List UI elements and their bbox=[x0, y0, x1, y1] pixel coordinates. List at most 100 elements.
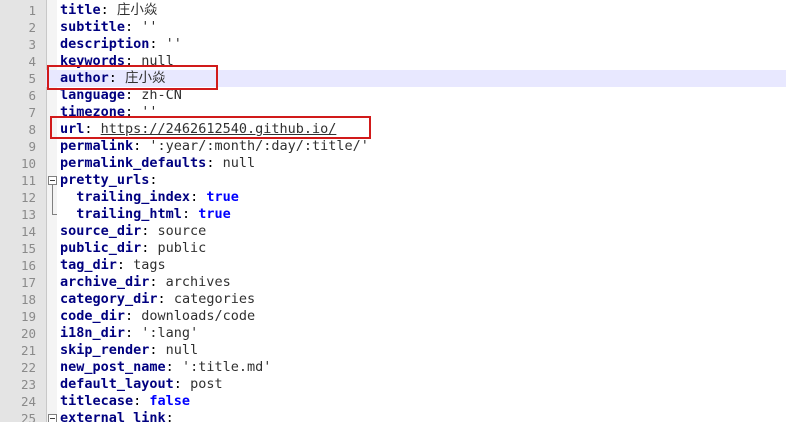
line-number: 22 bbox=[20, 360, 36, 375]
code-text: permalink_defaults: null bbox=[60, 155, 255, 172]
line-number: 24 bbox=[20, 394, 36, 409]
code-line[interactable]: 19 code_dir: downloads/code bbox=[0, 308, 786, 325]
code-text: public_dir: public bbox=[60, 240, 206, 257]
yaml-value: false bbox=[149, 393, 191, 409]
fold-guide-end bbox=[46, 206, 60, 223]
line-number: 10 bbox=[20, 156, 36, 171]
yaml-key: external_link bbox=[60, 410, 166, 422]
code-text: title: 庄小焱 bbox=[60, 2, 157, 19]
code-line[interactable]: 3 description: '' bbox=[0, 36, 786, 53]
code-text: subtitle: '' bbox=[60, 19, 158, 36]
yaml-key: permalink bbox=[60, 138, 134, 154]
code-line[interactable]: 23 default_layout: post bbox=[0, 376, 786, 393]
yaml-key: trailing_html bbox=[76, 206, 182, 222]
key-separator: : bbox=[141, 223, 158, 239]
key-separator: : bbox=[149, 342, 166, 358]
yaml-value: downloads/code bbox=[141, 308, 256, 324]
line-number: 8 bbox=[28, 122, 36, 137]
code-line[interactable]: 17 archive_dir: archives bbox=[0, 274, 786, 291]
line-number: 25 bbox=[20, 411, 36, 422]
yaml-value: null bbox=[222, 155, 256, 171]
code-text: code_dir: downloads/code bbox=[60, 308, 255, 325]
yaml-key: permalink_defaults bbox=[60, 155, 207, 171]
url-highlight-box bbox=[50, 116, 371, 139]
code-editor[interactable]: 1 title: 庄小焱 2 subtitle: '' 3 description: ''… bbox=[0, 0, 786, 422]
yaml-value: null bbox=[165, 342, 199, 358]
line-number: 17 bbox=[20, 275, 36, 290]
code-line[interactable]: 21 skip_render: null bbox=[0, 342, 786, 359]
yaml-key: code_dir bbox=[60, 308, 126, 324]
line-number: 21 bbox=[20, 343, 36, 358]
yaml-key: skip_render bbox=[60, 342, 150, 358]
code-text: description: '' bbox=[60, 36, 182, 53]
line-number: 5 bbox=[0, 70, 46, 87]
code-text: default_layout: post bbox=[60, 376, 223, 393]
code-text: pretty_urls: bbox=[60, 172, 158, 189]
author-highlight-box bbox=[47, 65, 218, 90]
yaml-value: post bbox=[190, 376, 223, 392]
key-separator: : bbox=[190, 189, 207, 205]
key-separator: : bbox=[125, 308, 142, 324]
key-separator: : bbox=[165, 410, 174, 422]
yaml-value: '' bbox=[165, 36, 182, 52]
line-number: 12 bbox=[20, 190, 36, 205]
key-separator: : bbox=[133, 138, 150, 154]
code-line[interactable]: 15 public_dir: public bbox=[0, 240, 786, 257]
code-line[interactable]: 22 new_post_name: ':title.md' bbox=[0, 359, 786, 376]
yaml-key: public_dir bbox=[60, 240, 142, 256]
yaml-key: i18n_dir bbox=[60, 325, 126, 341]
yaml-value: public bbox=[157, 240, 207, 256]
yaml-key: title bbox=[60, 2, 101, 18]
code-line[interactable]: 9 permalink: ':year/:month/:day/:title/' bbox=[0, 138, 786, 155]
line-number: 13 bbox=[20, 207, 36, 222]
code-line[interactable]: 25 external_link: bbox=[0, 410, 786, 422]
fold-toggle-icon[interactable] bbox=[46, 172, 60, 189]
code-text: permalink: ':year/:month/:day/:title/' bbox=[60, 138, 369, 155]
line-number: 9 bbox=[28, 139, 36, 154]
code-line[interactable]: 1 title: 庄小焱 bbox=[0, 2, 786, 19]
code-line[interactable]: 20 i18n_dir: ':lang' bbox=[0, 325, 786, 342]
code-line[interactable]: 13 trailing_html: true bbox=[0, 206, 786, 223]
code-text: trailing_index: true bbox=[60, 189, 239, 206]
yaml-value: true bbox=[198, 206, 231, 222]
yaml-key: tag_dir bbox=[60, 257, 117, 273]
code-line[interactable]: 11 pretty_urls: bbox=[0, 172, 786, 189]
code-line[interactable]: 2 subtitle: '' bbox=[0, 19, 786, 36]
yaml-key: category_dir bbox=[60, 291, 158, 307]
code-line[interactable]: 18 category_dir: categories bbox=[0, 291, 786, 308]
yaml-value: categories bbox=[173, 291, 256, 307]
code-text: i18n_dir: ':lang' bbox=[60, 325, 198, 342]
code-line[interactable]: 14 source_dir: source bbox=[0, 223, 786, 240]
line-number: 2 bbox=[28, 20, 36, 35]
key-separator: : bbox=[125, 325, 142, 341]
line-number: 18 bbox=[20, 292, 36, 307]
code-line[interactable]: 12 trailing_index: true bbox=[0, 189, 786, 206]
code-line[interactable]: 10 permalink_defaults: null bbox=[0, 155, 786, 172]
yaml-key: new_post_name bbox=[60, 359, 166, 375]
key-separator: : bbox=[149, 172, 158, 188]
yaml-value: ':title.md' bbox=[181, 359, 272, 375]
line-number: 6 bbox=[28, 88, 36, 103]
line-number: 1 bbox=[28, 3, 36, 18]
code-line[interactable]: 24 titlecase: false bbox=[0, 393, 786, 410]
line-number: 20 bbox=[20, 326, 36, 341]
code-text: archive_dir: archives bbox=[60, 274, 231, 291]
code-text: trailing_html: true bbox=[60, 206, 231, 223]
yaml-value: ':year/:month/:day/:title/' bbox=[149, 138, 369, 154]
code-line[interactable]: 16 tag_dir: tags bbox=[0, 257, 786, 274]
fold-toggle-icon[interactable] bbox=[46, 410, 60, 422]
yaml-value: tags bbox=[133, 257, 166, 273]
line-number: 19 bbox=[20, 309, 36, 324]
code-text: source_dir: source bbox=[60, 223, 206, 240]
yaml-key: description bbox=[60, 36, 150, 52]
key-separator: : bbox=[125, 19, 142, 35]
